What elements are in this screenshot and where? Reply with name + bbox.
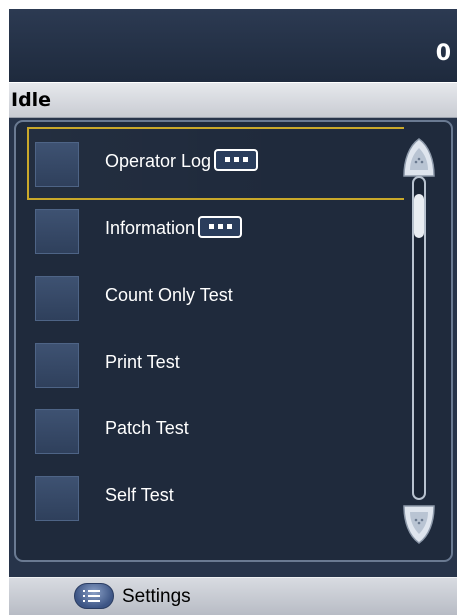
menu-item-patch-test[interactable]: Patch Test <box>29 400 389 464</box>
more-options-icon[interactable] <box>198 216 243 239</box>
scroll-up-button[interactable] <box>401 136 437 180</box>
menu-item-self-test[interactable]: Self Test <box>29 467 389 531</box>
menu-list: Operator Log Information Count Only Test… <box>14 120 453 562</box>
menu-item-count-only-test[interactable]: Count Only Test <box>29 267 389 331</box>
settings-label: Settings <box>122 586 191 607</box>
item-checkbox[interactable] <box>35 343 79 388</box>
menu-item-operator-log[interactable]: Operator Log <box>27 127 404 200</box>
scroll-up-arrow-icon <box>403 138 435 177</box>
page-counter: 0 <box>435 41 451 66</box>
menu-item-label: Patch Test <box>105 418 189 438</box>
item-checkbox[interactable] <box>35 209 79 254</box>
bottom-bar: Settings <box>9 577 457 615</box>
status-bar: Idle <box>9 82 457 118</box>
scrollbar[interactable] <box>401 136 437 550</box>
scroll-down-button[interactable] <box>401 502 437 546</box>
menu-item-label: Count Only Test <box>105 285 233 305</box>
scanner-panel: 0 Idle Operator Log Information Count On… <box>9 9 457 615</box>
menu-item-print-test[interactable]: Print Test <box>29 334 389 398</box>
menu-item-information[interactable]: Information <box>29 200 389 264</box>
more-options-icon[interactable] <box>214 149 259 172</box>
menu-item-label: Self Test <box>105 485 174 505</box>
list-icon <box>74 583 114 609</box>
item-checkbox[interactable] <box>35 476 79 521</box>
top-bar: 0 <box>9 9 457 82</box>
scroll-thumb[interactable] <box>414 194 424 238</box>
status-text: Idle <box>11 89 52 111</box>
menu-item-label: Operator Log <box>105 151 212 171</box>
scroll-down-arrow-icon <box>403 505 435 544</box>
menu-item-label: Print Test <box>105 352 180 372</box>
item-checkbox[interactable] <box>35 409 79 454</box>
item-checkbox[interactable] <box>35 142 79 187</box>
item-checkbox[interactable] <box>35 276 79 321</box>
menu-item-label: Information <box>105 218 196 238</box>
